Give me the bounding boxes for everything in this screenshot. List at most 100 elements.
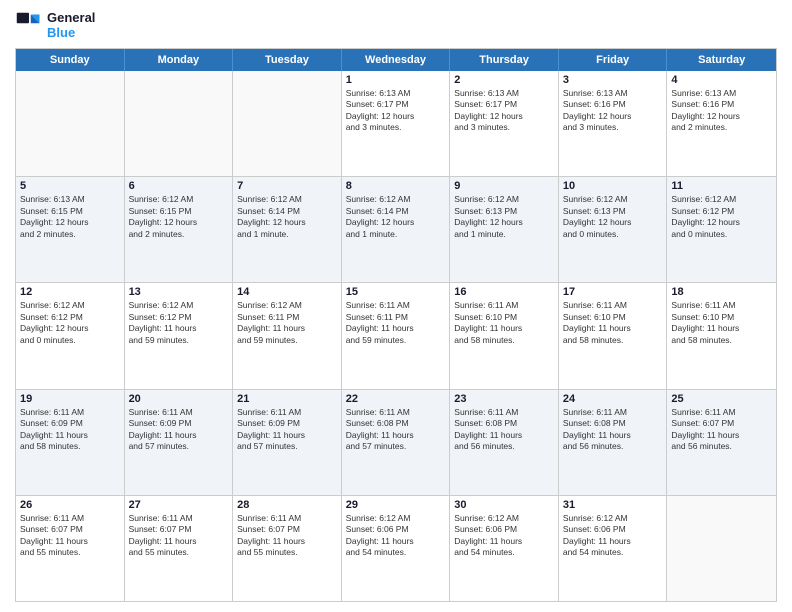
cell-date-number: 11 <box>671 180 772 192</box>
table-row <box>667 496 776 601</box>
cell-date-number: 8 <box>346 180 446 192</box>
table-row: 4Sunrise: 6:13 AM Sunset: 6:16 PM Daylig… <box>667 71 776 176</box>
table-row: 20Sunrise: 6:11 AM Sunset: 6:09 PM Dayli… <box>125 390 234 495</box>
header-tuesday: Tuesday <box>233 49 342 71</box>
table-row: 22 Sunrise: 6:11 AM Sunset: 6:08 PM Dayli… <box>342 390 451 495</box>
cell-date-number: 9 <box>454 180 554 192</box>
header-saturday: Saturday <box>667 49 776 71</box>
cell-info-text: Sunrise: 6:12 AM Sunset: 6:12 PM Dayligh… <box>671 194 772 240</box>
calendar-body: 1 Sunrise: 6:13 AM Sunset: 6:17 PM Daylig… <box>16 71 776 601</box>
calendar-page: General Blue Sunday Monday Tuesday Wedne… <box>0 0 792 612</box>
table-row: 7 Sunrise: 6:12 AM Sunset: 6:14 PM Daylig… <box>233 177 342 282</box>
header-friday: Friday <box>559 49 668 71</box>
cell-info-text: Sunrise: 6:12 AM Sunset: 6:06 PM Dayligh… <box>454 513 554 559</box>
table-row: 19 Sunrise: 6:11 AM Sunset: 6:09 PM Dayli… <box>16 390 125 495</box>
table-row: 9 Sunrise: 6:12 AM Sunset: 6:13 PM Daylig… <box>450 177 559 282</box>
cell-info-text: Sunrise: 6:12 AM Sunset: 6:14 PM Dayligh… <box>346 194 446 240</box>
cell-date-number: 7 <box>237 180 337 192</box>
calendar: Sunday Monday Tuesday Wednesday Thursday… <box>15 48 777 602</box>
table-row: 10 Sunrise: 6:12 AM Sunset: 6:13 PM Dayli… <box>559 177 668 282</box>
table-row: 26 Sunrise: 6:11 AM Sunset: 6:07 PM Dayli… <box>16 496 125 601</box>
table-row <box>16 71 125 176</box>
table-row: 1 Sunrise: 6:13 AM Sunset: 6:17 PM Daylig… <box>342 71 451 176</box>
table-row: 31Sunrise: 6:12 AM Sunset: 6:06 PM Dayli… <box>559 496 668 601</box>
table-row: 13Sunrise: 6:12 AM Sunset: 6:12 PM Dayli… <box>125 283 234 388</box>
cell-info-text: Sunrise: 6:11 AM Sunset: 6:11 PM Dayligh… <box>346 300 446 346</box>
cell-info-text: Sunrise: 6:13 AM Sunset: 6:17 PM Dayligh… <box>346 88 446 134</box>
table-row <box>125 71 234 176</box>
table-row: 8 Sunrise: 6:12 AM Sunset: 6:14 PM Daylig… <box>342 177 451 282</box>
cell-info-text: Sunrise: 6:12 AM Sunset: 6:06 PM Dayligh… <box>346 513 446 559</box>
table-row: 15Sunrise: 6:11 AM Sunset: 6:11 PM Dayli… <box>342 283 451 388</box>
header: General Blue <box>15 10 777 40</box>
cell-info-text: Sunrise: 6:11 AM Sunset: 6:07 PM Dayligh… <box>129 513 229 559</box>
table-row: 24Sunrise: 6:11 AM Sunset: 6:08 PM Dayli… <box>559 390 668 495</box>
cell-info-text: Sunrise: 6:13 AM Sunset: 6:16 PM Dayligh… <box>671 88 772 134</box>
cell-info-text: Sunrise: 6:11 AM Sunset: 6:08 PM Dayligh… <box>563 407 663 453</box>
table-row: 30 Sunrise: 6:12 AM Sunset: 6:06 PM Dayli… <box>450 496 559 601</box>
cell-date-number: 23 <box>454 393 554 405</box>
cell-date-number: 19 <box>20 393 120 405</box>
cell-info-text: Sunrise: 6:12 AM Sunset: 6:13 PM Dayligh… <box>563 194 663 240</box>
cell-date-number: 25 <box>671 393 772 405</box>
cell-info-text: Sunrise: 6:11 AM Sunset: 6:07 PM Dayligh… <box>671 407 772 453</box>
cell-date-number: 10 <box>563 180 663 192</box>
calendar-row-1: 5 Sunrise: 6:13 AM Sunset: 6:15 PM Daylig… <box>16 177 776 283</box>
cell-info-text: Sunrise: 6:11 AM Sunset: 6:10 PM Dayligh… <box>454 300 554 346</box>
cell-date-number: 29 <box>346 499 446 511</box>
cell-info-text: Sunrise: 6:11 AM Sunset: 6:09 PM Dayligh… <box>237 407 337 453</box>
header-sunday: Sunday <box>16 49 125 71</box>
calendar-row-3: 19 Sunrise: 6:11 AM Sunset: 6:09 PM Dayli… <box>16 390 776 496</box>
header-thursday: Thursday <box>450 49 559 71</box>
cell-info-text: Sunrise: 6:11 AM Sunset: 6:07 PM Dayligh… <box>20 513 120 559</box>
table-row <box>233 71 342 176</box>
table-row: 21 Sunrise: 6:11 AM Sunset: 6:09 PM Dayli… <box>233 390 342 495</box>
cell-info-text: Sunrise: 6:13 AM Sunset: 6:15 PM Dayligh… <box>20 194 120 240</box>
cell-date-number: 31 <box>563 499 663 511</box>
cell-date-number: 30 <box>454 499 554 511</box>
cell-date-number: 17 <box>563 286 663 298</box>
logo: General Blue <box>15 10 95 40</box>
cell-date-number: 14 <box>237 286 337 298</box>
cell-info-text: Sunrise: 6:13 AM Sunset: 6:17 PM Dayligh… <box>454 88 554 134</box>
table-row: 6Sunrise: 6:12 AM Sunset: 6:15 PM Daylig… <box>125 177 234 282</box>
header-monday: Monday <box>125 49 234 71</box>
cell-date-number: 22 <box>346 393 446 405</box>
cell-info-text: Sunrise: 6:13 AM Sunset: 6:16 PM Dayligh… <box>563 88 663 134</box>
cell-date-number: 1 <box>346 74 446 86</box>
cell-date-number: 21 <box>237 393 337 405</box>
cell-info-text: Sunrise: 6:12 AM Sunset: 6:15 PM Dayligh… <box>129 194 229 240</box>
cell-date-number: 28 <box>237 499 337 511</box>
table-row: 29 Sunrise: 6:12 AM Sunset: 6:06 PM Dayli… <box>342 496 451 601</box>
cell-info-text: Sunrise: 6:11 AM Sunset: 6:10 PM Dayligh… <box>671 300 772 346</box>
cell-date-number: 16 <box>454 286 554 298</box>
table-row: 3Sunrise: 6:13 AM Sunset: 6:16 PM Daylig… <box>559 71 668 176</box>
cell-date-number: 5 <box>20 180 120 192</box>
logo-text: General Blue <box>47 10 95 40</box>
day-headers: Sunday Monday Tuesday Wednesday Thursday… <box>16 49 776 71</box>
cell-date-number: 13 <box>129 286 229 298</box>
table-row: 18 Sunrise: 6:11 AM Sunset: 6:10 PM Dayli… <box>667 283 776 388</box>
cell-date-number: 18 <box>671 286 772 298</box>
table-row: 25 Sunrise: 6:11 AM Sunset: 6:07 PM Dayli… <box>667 390 776 495</box>
table-row: 28 Sunrise: 6:11 AM Sunset: 6:07 PM Dayli… <box>233 496 342 601</box>
cell-info-text: Sunrise: 6:11 AM Sunset: 6:09 PM Dayligh… <box>20 407 120 453</box>
table-row: 11 Sunrise: 6:12 AM Sunset: 6:12 PM Dayli… <box>667 177 776 282</box>
table-row: 17 Sunrise: 6:11 AM Sunset: 6:10 PM Dayli… <box>559 283 668 388</box>
cell-info-text: Sunrise: 6:12 AM Sunset: 6:14 PM Dayligh… <box>237 194 337 240</box>
logo-icon <box>15 11 43 39</box>
table-row: 14 Sunrise: 6:12 AM Sunset: 6:11 PM Dayli… <box>233 283 342 388</box>
cell-info-text: Sunrise: 6:11 AM Sunset: 6:08 PM Dayligh… <box>454 407 554 453</box>
cell-info-text: Sunrise: 6:11 AM Sunset: 6:07 PM Dayligh… <box>237 513 337 559</box>
cell-info-text: Sunrise: 6:12 AM Sunset: 6:13 PM Dayligh… <box>454 194 554 240</box>
calendar-row-2: 12Sunrise: 6:12 AM Sunset: 6:12 PM Dayli… <box>16 283 776 389</box>
header-wednesday: Wednesday <box>342 49 451 71</box>
cell-info-text: Sunrise: 6:12 AM Sunset: 6:12 PM Dayligh… <box>20 300 120 346</box>
table-row: 16 Sunrise: 6:11 AM Sunset: 6:10 PM Dayli… <box>450 283 559 388</box>
table-row: 5 Sunrise: 6:13 AM Sunset: 6:15 PM Daylig… <box>16 177 125 282</box>
table-row: 12Sunrise: 6:12 AM Sunset: 6:12 PM Dayli… <box>16 283 125 388</box>
cell-info-text: Sunrise: 6:11 AM Sunset: 6:10 PM Dayligh… <box>563 300 663 346</box>
cell-info-text: Sunrise: 6:12 AM Sunset: 6:11 PM Dayligh… <box>237 300 337 346</box>
cell-info-text: Sunrise: 6:11 AM Sunset: 6:08 PM Dayligh… <box>346 407 446 453</box>
cell-date-number: 26 <box>20 499 120 511</box>
